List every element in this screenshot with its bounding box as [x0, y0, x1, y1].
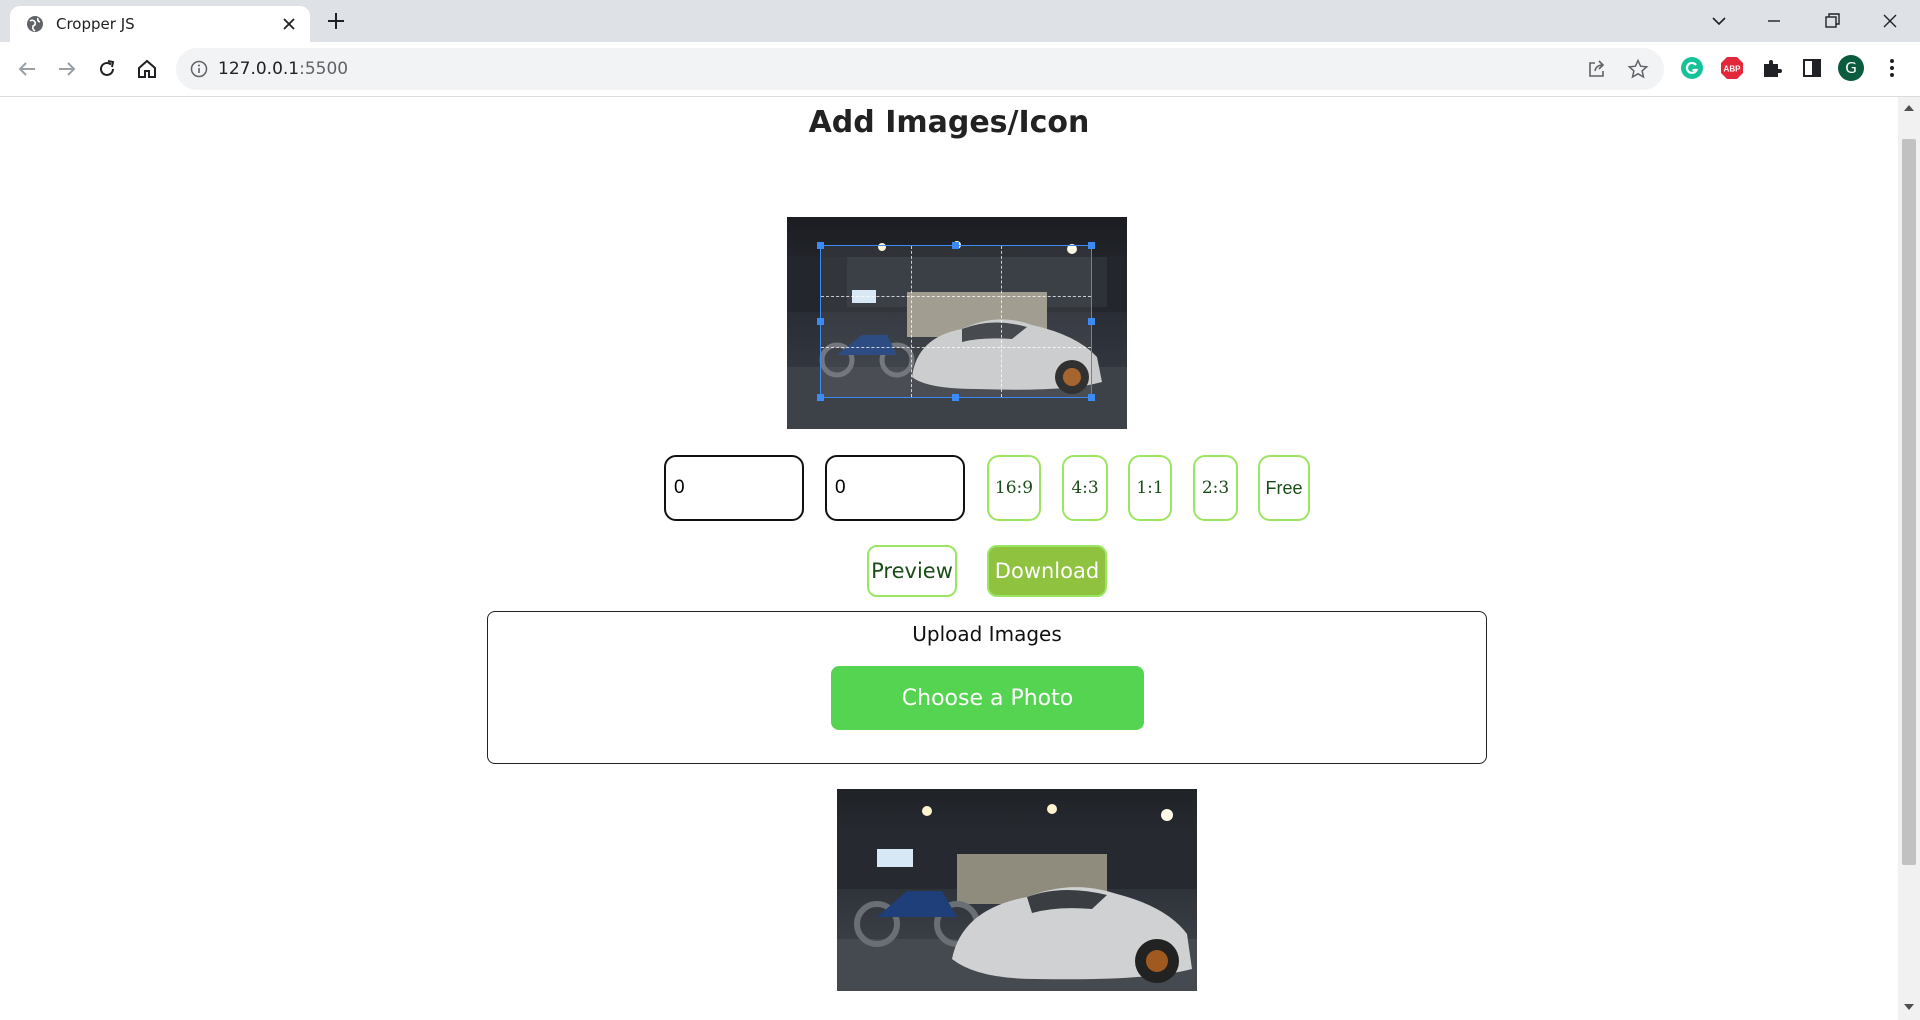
ratio-free-button[interactable]: Free	[1258, 455, 1310, 521]
site-info-icon[interactable]	[190, 60, 208, 78]
page-title: Add Images/Icon	[808, 105, 1090, 140]
kebab-menu-icon[interactable]	[1880, 56, 1904, 80]
puzzle-icon[interactable]	[1760, 56, 1784, 80]
crop-guide-line	[1000, 246, 1002, 397]
crop-handle-e[interactable]	[1088, 318, 1095, 325]
sidepanel-icon[interactable]	[1800, 56, 1824, 80]
browser-tab[interactable]: Cropper JS	[10, 6, 310, 42]
upload-label: Upload Images	[912, 622, 1062, 646]
crop-box[interactable]	[817, 242, 1095, 401]
url-text: 127.0.0.1:5500	[218, 59, 348, 79]
globe-icon	[27, 16, 43, 32]
profile-avatar[interactable]: G	[1838, 55, 1864, 81]
adblock-plus-icon[interactable]: ABP	[1720, 56, 1744, 80]
window-close-icon[interactable]	[1879, 10, 1901, 32]
browser-toolbar: 127.0.0.1:5500 ABP G	[0, 42, 1920, 97]
download-button[interactable]: Download	[987, 545, 1107, 597]
crop-handle-sw[interactable]	[817, 394, 824, 401]
crop-handle-se[interactable]	[1088, 394, 1095, 401]
forward-arrow-icon[interactable]	[55, 57, 79, 81]
scrollbar-thumb[interactable]	[1902, 139, 1916, 865]
crop-handle-nw[interactable]	[817, 242, 824, 249]
ratio-4-3-button[interactable]: 4:3	[1062, 455, 1108, 521]
crop-guide-line	[821, 346, 1091, 348]
svg-text:ABP: ABP	[1724, 65, 1742, 74]
grammarly-icon[interactable]	[1680, 56, 1704, 80]
cropped-preview-image	[837, 789, 1197, 991]
tab-search-chevron-icon[interactable]	[1708, 10, 1730, 32]
home-icon[interactable]	[135, 57, 159, 81]
tab-strip: Cropper JS	[0, 0, 1920, 42]
new-tab-icon[interactable]	[326, 11, 346, 31]
url-host: 127.0.0.1	[218, 59, 300, 79]
minimize-icon[interactable]	[1763, 10, 1785, 32]
bookmark-star-icon[interactable]	[1627, 58, 1649, 80]
upload-panel: Upload Images Choose a Photo	[487, 611, 1487, 764]
choose-photo-button[interactable]: Choose a Photo	[831, 666, 1144, 730]
cropper-canvas[interactable]	[787, 217, 1127, 429]
ratio-1-1-button[interactable]: 1:1	[1128, 455, 1172, 521]
crop-handle-ne[interactable]	[1088, 242, 1095, 249]
preview-button[interactable]: Preview	[867, 545, 957, 597]
url-port: :5500	[299, 59, 349, 79]
scroll-down-arrow-icon[interactable]	[1903, 1002, 1915, 1012]
reload-icon[interactable]	[95, 57, 119, 81]
back-arrow-icon[interactable]	[15, 57, 39, 81]
ratio-16-9-button[interactable]: 16:9	[987, 455, 1041, 521]
page-viewport: Add Images/Icon 0 0 16:9 4:3 1:1 2:3 Fre…	[0, 97, 1898, 1020]
preview-car-image	[837, 789, 1197, 991]
restore-icon[interactable]	[1821, 10, 1843, 32]
page-scrollbar[interactable]	[1898, 97, 1920, 1020]
crop-height-input[interactable]	[825, 455, 965, 521]
ratio-2-3-button[interactable]: 2:3	[1193, 455, 1238, 521]
crop-guide-line	[821, 296, 1091, 298]
crop-width-input[interactable]	[664, 455, 804, 521]
crop-guide-line	[910, 246, 912, 397]
tab-close-icon[interactable]	[280, 15, 298, 33]
scroll-up-arrow-icon[interactable]	[1903, 103, 1915, 113]
address-bar[interactable]: 127.0.0.1:5500	[176, 48, 1664, 90]
share-icon[interactable]	[1586, 58, 1608, 80]
tab-title: Cropper JS	[56, 15, 135, 33]
crop-handle-n[interactable]	[952, 242, 959, 249]
crop-handle-s[interactable]	[952, 394, 959, 401]
crop-handle-w[interactable]	[817, 318, 824, 325]
